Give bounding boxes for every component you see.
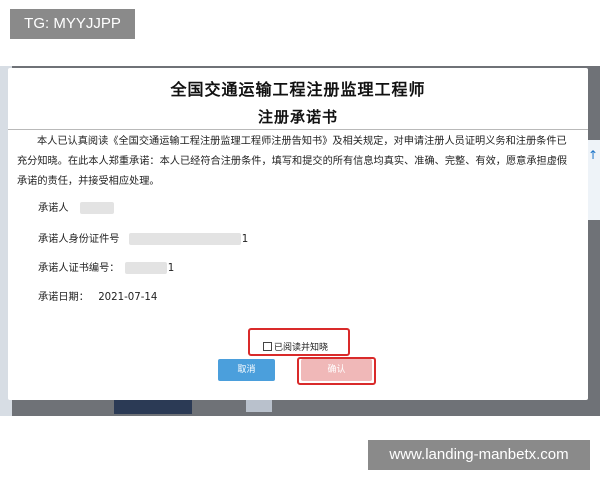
title-divider [8,129,588,130]
cert-label: 承诺人证书编号： [38,263,120,274]
redacted-id [128,233,241,245]
redacted-name [79,202,114,214]
agree-checkbox-row[interactable]: 已阅读并知晓 [263,340,328,353]
cert-row: 承诺人证书编号： 1 [38,259,174,274]
date-value: 2021-07-14 [98,292,158,303]
watermark-bottom: www.landing-manbetx.com [368,440,590,470]
dialog-title: 全国交通运输工程注册监理工程师 [170,80,426,99]
date-row: 承诺日期： 2021-07-14 [38,288,157,303]
redacted-cert [124,262,167,274]
background-block [114,400,192,414]
agree-checkbox[interactable] [263,342,272,351]
id-row: 承诺人身份证件号 1 [38,230,248,245]
id-label: 承诺人身份证件号 [38,234,120,245]
cancel-button[interactable]: 取消 [218,359,275,381]
date-label: 承诺日期： [38,292,89,303]
arrow-up-icon: ↑ [588,148,599,162]
promiser-label: 承诺人 [38,203,69,214]
commitment-dialog: 全国交通运输工程注册监理工程师 注册承诺书 本人已认真阅读《全国交通运输工程注册… [8,68,588,400]
dialog-subtitle: 注册承诺书 [257,108,338,126]
cert-tail: 1 [167,263,175,274]
id-tail: 1 [241,234,249,245]
agree-label: 已阅读并知晓 [274,343,329,353]
background-block-secondary [246,400,272,412]
background-right-panel: ↑ [586,140,600,220]
watermark-top: TG: MYYJJPP [10,9,135,39]
confirm-button[interactable]: 确认 [301,359,372,381]
commitment-text: 本人已认真阅读《全国交通运输工程注册监理工程师注册告知书》及相关规定，对申请注册… [17,136,568,187]
promiser-row: 承诺人 [38,199,114,214]
